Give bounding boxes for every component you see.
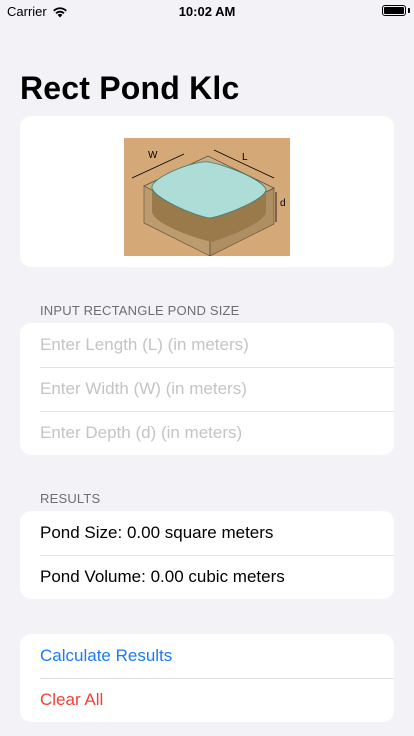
calculate-results-button[interactable]: Calculate Results — [20, 634, 394, 678]
diagram-label-depth: d — [280, 198, 286, 209]
length-input[interactable] — [40, 335, 370, 355]
depth-row — [20, 411, 394, 455]
status-bar: Carrier 10:02 AM — [0, 0, 414, 22]
page-title: Rect Pond Klc — [20, 70, 240, 106]
inputs-section-header: INPUT RECTANGLE POND SIZE — [40, 303, 240, 318]
pond-volume-row: Pond Volume: 0.00 cubic meters — [20, 555, 394, 599]
pond-size-label: Pond Size: 0.00 square meters — [40, 523, 274, 542]
status-time: 10:02 AM — [178, 4, 236, 19]
pond-diagram: W L d — [124, 138, 290, 256]
pond-image-card: W L d — [20, 116, 394, 267]
inputs-card — [20, 323, 394, 455]
battery-icon — [382, 5, 406, 16]
results-card: Pond Size: 0.00 square meters Pond Volum… — [20, 511, 394, 599]
width-row — [20, 367, 394, 411]
results-section-header: RESULTS — [40, 491, 101, 506]
diagram-label-width: W — [148, 150, 158, 161]
depth-input[interactable] — [40, 423, 370, 443]
width-input[interactable] — [40, 379, 370, 399]
actions-card: Calculate Results Clear All — [20, 634, 394, 722]
battery-tip — [408, 8, 410, 13]
diagram-label-length: L — [242, 152, 248, 163]
clear-all-button[interactable]: Clear All — [20, 678, 394, 722]
pond-volume-label: Pond Volume: 0.00 cubic meters — [40, 567, 285, 586]
pond-size-row: Pond Size: 0.00 square meters — [20, 511, 394, 555]
length-row — [20, 323, 394, 367]
